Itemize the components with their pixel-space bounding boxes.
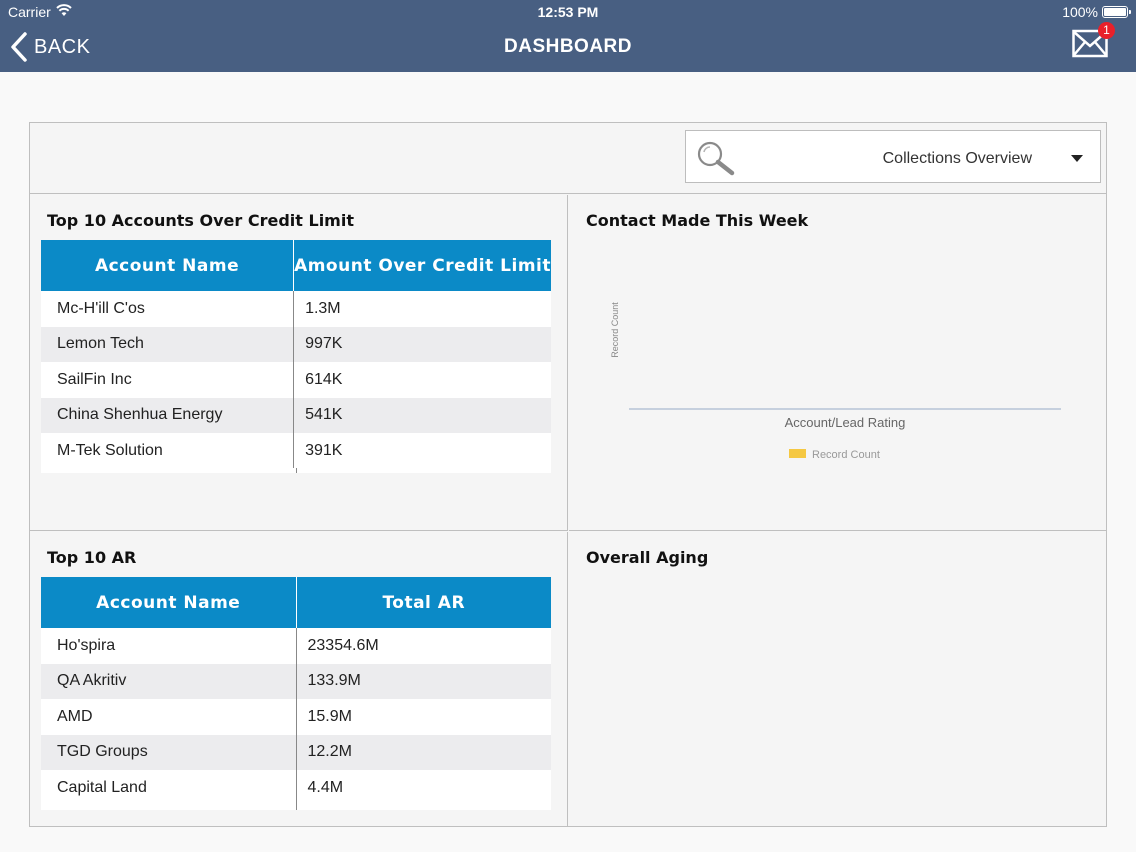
status-time: 12:53 PM bbox=[537, 4, 599, 20]
amount-cell: 614K bbox=[305, 370, 343, 388]
chart-x-axis-label: Account/Lead Rating bbox=[785, 415, 906, 430]
account-name-cell: China Shenhua Energy bbox=[41, 397, 295, 433]
page-title: DASHBOARD bbox=[504, 36, 632, 57]
overall-aging-title: Overall Aging bbox=[586, 548, 709, 567]
column-header-account-name[interactable]: Account Name bbox=[41, 240, 295, 291]
total-ar-cell: 15.9M bbox=[307, 707, 352, 725]
table-row[interactable]: AMD 15.9M bbox=[41, 699, 551, 735]
top-ar-table: Account Name Total AR Ho'spira 23354.6M Q… bbox=[41, 577, 551, 806]
back-button[interactable]: BACK bbox=[10, 30, 90, 64]
dashboard-toolbar: Collections Overview bbox=[30, 123, 1106, 194]
total-ar-cell: 4.4M bbox=[307, 778, 344, 796]
total-ar-cell: 23354.6M bbox=[307, 636, 379, 654]
account-name-cell: QA Akritiv bbox=[41, 663, 297, 699]
chart-legend: Record Count bbox=[789, 449, 880, 461]
contact-chart-panel: Contact Made This Week Record Count Acco… bbox=[569, 195, 1106, 531]
credit-limit-panel: Top 10 Accounts Over Credit Limit Accoun… bbox=[30, 195, 568, 531]
table-scroll-remainder bbox=[41, 805, 551, 810]
caret-down-icon bbox=[1071, 155, 1083, 162]
column-header-total-ar[interactable]: Total AR bbox=[296, 577, 551, 628]
credit-limit-table: Account Name Amount Over Credit Limit Mc… bbox=[41, 240, 551, 469]
battery-icon bbox=[1102, 6, 1131, 18]
account-name-cell: Mc-H'ill C'os bbox=[41, 291, 295, 327]
status-bar: Carrier 12:53 PM 100% bbox=[0, 0, 1136, 24]
table-scroll-remainder bbox=[41, 468, 551, 473]
column-header-account-name[interactable]: Account Name bbox=[41, 577, 297, 628]
chart-y-axis-label: Record Count bbox=[610, 302, 620, 358]
table-row[interactable]: Capital Land 4.4M bbox=[41, 770, 551, 806]
table-header-row: Account Name Total AR bbox=[41, 577, 551, 628]
table-row[interactable]: QA Akritiv 133.9M bbox=[41, 663, 551, 699]
table-row[interactable]: Lemon Tech 997K bbox=[41, 326, 551, 362]
legend-swatch bbox=[789, 449, 806, 458]
account-name-cell: TGD Groups bbox=[41, 734, 297, 770]
account-name-cell: SailFin Inc bbox=[41, 362, 295, 398]
table-row[interactable]: TGD Groups 12.2M bbox=[41, 734, 551, 770]
account-name-cell: Lemon Tech bbox=[41, 326, 295, 362]
table-row[interactable]: Mc-H'ill C'os 1.3M bbox=[41, 291, 551, 327]
unread-badge: 1 bbox=[1098, 22, 1115, 39]
amount-cell: 997K bbox=[293, 326, 551, 362]
table-row[interactable]: Ho'spira 23354.6M bbox=[41, 628, 551, 664]
messages-button[interactable]: 1 bbox=[1070, 22, 1115, 62]
total-ar-cell: 133.9M bbox=[296, 663, 551, 699]
back-label: BACK bbox=[34, 35, 91, 58]
chevron-left-icon bbox=[11, 32, 27, 62]
account-name-cell: Ho'spira bbox=[41, 628, 297, 664]
dashboard-select[interactable]: Collections Overview bbox=[685, 130, 1101, 183]
total-ar-cell: 12.2M bbox=[296, 734, 551, 770]
account-name-cell: M-Tek Solution bbox=[41, 433, 295, 469]
table-header-row: Account Name Amount Over Credit Limit bbox=[41, 240, 551, 291]
amount-cell: 1.3M bbox=[305, 299, 341, 317]
amount-cell: 391K bbox=[305, 441, 343, 459]
app-header: Carrier 12:53 PM 100% BACK DASHBOARD 1 bbox=[0, 0, 1136, 72]
table-row[interactable]: China Shenhua Energy 541K bbox=[41, 397, 551, 433]
contact-chart: Record Count Account/Lead Rating Record … bbox=[610, 302, 1061, 461]
column-header-amount-over-limit[interactable]: Amount Over Credit Limit bbox=[293, 240, 551, 291]
top-ar-title: Top 10 AR bbox=[47, 548, 137, 567]
dashboard-select-value: Collections Overview bbox=[882, 150, 1032, 167]
overall-aging-panel: Overall Aging bbox=[569, 532, 1106, 826]
credit-limit-title: Top 10 Accounts Over Credit Limit bbox=[47, 211, 354, 230]
table-row[interactable]: M-Tek Solution 391K bbox=[41, 433, 551, 469]
dashboard-container: Collections Overview Top 10 Accounts Ove… bbox=[29, 122, 1107, 827]
battery-percent: 100% bbox=[1062, 4, 1098, 20]
top-ar-panel: Top 10 AR Account Name Total AR Ho'spira… bbox=[30, 532, 568, 826]
table-row[interactable]: SailFin Inc 614K bbox=[41, 362, 551, 398]
account-name-cell: AMD bbox=[41, 699, 297, 735]
legend-label: Record Count bbox=[812, 449, 880, 461]
amount-cell: 541K bbox=[293, 397, 551, 433]
account-name-cell: Capital Land bbox=[41, 770, 297, 806]
